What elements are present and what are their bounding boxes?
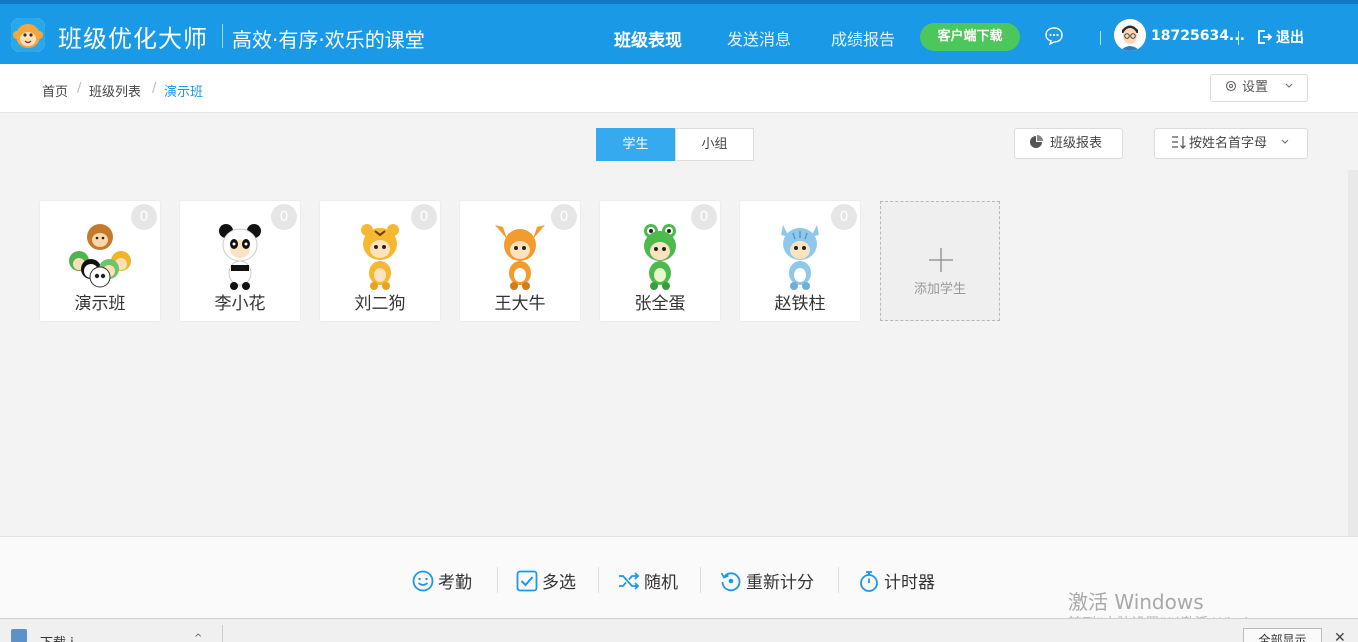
- multi-select-label: 多选: [542, 573, 576, 593]
- breadcrumb-home[interactable]: 首页: [42, 81, 68, 100]
- class-report-label: 班级报表: [1050, 136, 1103, 151]
- student-card[interactable]: 0 王大牛: [460, 201, 580, 321]
- nav-score-report[interactable]: 成绩报告: [831, 26, 895, 50]
- app-name: 班级优化大师: [58, 25, 208, 53]
- settings-dropdown[interactable]: 设置: [1210, 74, 1308, 102]
- nav-send-message[interactable]: 发送消息: [727, 26, 791, 50]
- attendance-label: 考勤: [438, 573, 472, 593]
- sort-icon: [1172, 136, 1186, 149]
- checkbox-icon: [516, 570, 538, 592]
- student-name: 刘二狗: [354, 294, 406, 314]
- student-name: 李小花: [214, 294, 266, 314]
- tiger-avatar-icon: [345, 219, 415, 291]
- smiley-icon: [412, 570, 434, 592]
- header-divider: [1100, 31, 1101, 45]
- student-name: 张全蛋: [634, 294, 686, 314]
- chevron-down-icon: [1285, 83, 1293, 88]
- reset-icon: [720, 572, 741, 592]
- toolbar-divider: [838, 567, 839, 593]
- app-slogan: 高效·有序·欢乐的课堂: [232, 28, 425, 52]
- plus-icon: [929, 248, 953, 272]
- stopwatch-icon: [860, 571, 878, 592]
- pie-chart-icon: [1030, 135, 1043, 148]
- breadcrumb-separator: /: [77, 81, 82, 96]
- sort-dropdown[interactable]: 按姓名首字母: [1154, 128, 1308, 159]
- student-name: 演示班: [74, 294, 126, 314]
- student-card[interactable]: 0 赵铁柱: [740, 201, 860, 321]
- download-divider: [222, 625, 223, 642]
- scrollbar[interactable]: [1348, 170, 1358, 536]
- random-label: 随机: [644, 573, 678, 593]
- activation-watermark-title: 激活 Windows: [1068, 590, 1204, 614]
- student-name: 赵铁柱: [774, 294, 826, 314]
- logout-label: 退出: [1276, 30, 1304, 46]
- student-card[interactable]: 0 张全蛋: [600, 201, 720, 321]
- add-student-button[interactable]: 添加学生: [880, 201, 1000, 321]
- reset-score-button[interactable]: 重新计分: [720, 568, 814, 593]
- gear-icon: [1225, 80, 1237, 92]
- client-download-button[interactable]: 客户端下载: [920, 23, 1020, 51]
- breadcrumb-class-list[interactable]: 班级列表: [89, 81, 141, 100]
- panda-avatar-icon: [205, 219, 275, 291]
- close-icon[interactable]: ✕: [1334, 630, 1346, 642]
- nav-class-performance[interactable]: 班级表现: [614, 26, 682, 51]
- chevron-up-icon[interactable]: ^: [194, 633, 202, 642]
- sort-label: 按姓名首字母: [1189, 136, 1268, 151]
- tab-students[interactable]: 学生: [596, 128, 675, 161]
- logout-button[interactable]: 退出: [1256, 27, 1304, 47]
- breadcrumb-current: 演示班: [164, 85, 204, 100]
- breadcrumb: 首页 / 班级列表 / 演示班 设置: [0, 64, 1358, 113]
- multi-select-button[interactable]: 多选: [516, 568, 576, 593]
- header-divider: [1238, 31, 1239, 45]
- cat-avatar-icon: [765, 219, 835, 291]
- brand-divider: [222, 24, 223, 48]
- username[interactable]: 18725634...: [1151, 28, 1245, 44]
- timer-button[interactable]: 计时器: [858, 568, 935, 593]
- random-button[interactable]: 随机: [618, 568, 678, 593]
- toolbar-divider: [598, 567, 599, 593]
- settings-label: 设置: [1242, 80, 1269, 95]
- student-name: 王大牛: [494, 294, 546, 314]
- class-report-button[interactable]: 班级报表: [1014, 128, 1123, 159]
- frog-avatar-icon: [625, 219, 695, 291]
- reset-score-label: 重新计分: [746, 573, 814, 593]
- chat-bubble-icon[interactable]: [1044, 26, 1064, 46]
- app-logo-icon: [11, 18, 45, 52]
- tab-groups[interactable]: 小组: [675, 128, 754, 161]
- download-item-label[interactable]: 下载 j: [40, 632, 74, 642]
- student-card[interactable]: 0 李小花: [180, 201, 300, 321]
- show-all-downloads-button[interactable]: 全部显示: [1243, 628, 1322, 642]
- user-avatar[interactable]: [1114, 19, 1146, 51]
- timer-label: 计时器: [884, 573, 935, 593]
- student-card[interactable]: 0 刘二狗: [320, 201, 440, 321]
- logout-icon: [1258, 30, 1273, 44]
- toolbar-divider: [497, 567, 498, 593]
- file-icon: [11, 629, 27, 642]
- chevron-down-icon: [1281, 139, 1289, 144]
- group-monkey-avatar-icon: [65, 219, 135, 291]
- download-shelf: 下载 j ^ 全部显示 ✕: [0, 618, 1358, 642]
- add-student-label: 添加学生: [913, 282, 966, 297]
- top-header: 班级优化大师 高效·有序·欢乐的课堂 班级表现 发送消息 成绩报告 客户端下载 …: [0, 0, 1358, 64]
- breadcrumb-separator: /: [152, 81, 157, 96]
- deer-avatar-icon: [485, 219, 555, 291]
- shuffle-icon: [619, 572, 640, 590]
- student-card[interactable]: 0 演示班: [40, 201, 160, 321]
- toolbar-divider: [700, 567, 701, 593]
- attendance-button[interactable]: 考勤: [412, 568, 472, 593]
